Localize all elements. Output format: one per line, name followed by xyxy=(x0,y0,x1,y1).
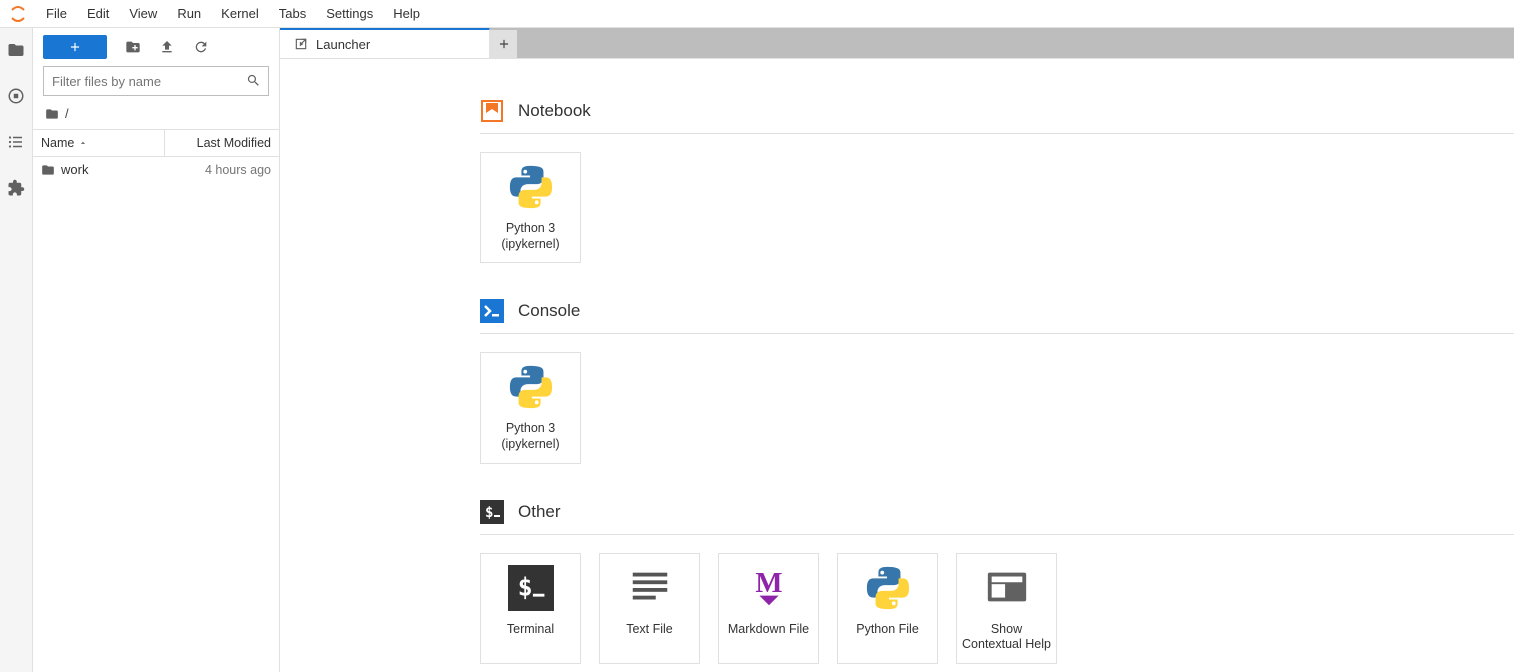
jupyter-logo-icon xyxy=(8,4,28,24)
file-list-header: Name Last Modified xyxy=(33,129,279,157)
refresh-icon[interactable] xyxy=(193,39,209,55)
section-title: Other xyxy=(518,502,561,522)
file-filter xyxy=(43,66,269,96)
toc-tab-icon[interactable] xyxy=(6,132,26,152)
markdown-icon xyxy=(745,564,793,612)
launcher-panel: $ M xyxy=(280,58,1514,672)
tab-launcher[interactable]: Launcher xyxy=(280,28,490,58)
help-panel-icon xyxy=(983,564,1031,612)
card-label: Python File xyxy=(856,622,919,638)
tab-title: Launcher xyxy=(316,37,370,52)
python-icon xyxy=(864,564,912,612)
col-name-header[interactable]: Name xyxy=(33,130,164,156)
launcher-section-notebook: Notebook Python 3(ipykernel) xyxy=(480,99,1514,263)
menu-kernel[interactable]: Kernel xyxy=(211,2,269,25)
svg-text:$: $ xyxy=(485,505,493,521)
launcher-card-terminal[interactable]: Terminal xyxy=(480,553,581,664)
extensions-tab-icon[interactable] xyxy=(6,178,26,198)
launcher-card-pythonfile[interactable]: Python File xyxy=(837,553,938,664)
main-area: Launcher $ xyxy=(280,28,1514,672)
file-browser-sidebar: / Name Last Modified work 4 hours ago xyxy=(33,28,280,672)
menu-edit[interactable]: Edit xyxy=(77,2,119,25)
search-icon xyxy=(246,73,261,88)
launcher-card-markdown[interactable]: Markdown File xyxy=(718,553,819,664)
new-folder-icon[interactable] xyxy=(125,39,141,55)
launcher-card-console-python3[interactable]: Python 3(ipykernel) xyxy=(480,352,581,463)
textfile-icon xyxy=(626,564,674,612)
menu-tabs[interactable]: Tabs xyxy=(269,2,316,25)
tab-bar: Launcher xyxy=(280,28,1514,58)
breadcrumb-root[interactable]: / xyxy=(65,106,69,121)
col-modified-header[interactable]: Last Modified xyxy=(164,130,279,156)
sort-asc-icon xyxy=(78,138,88,148)
launcher-section-other: $ Other Terminal Text File Mark xyxy=(480,500,1514,664)
new-tab-button[interactable] xyxy=(490,30,518,58)
other-section-icon: $ xyxy=(480,500,504,524)
terminal-icon xyxy=(507,564,555,612)
breadcrumb[interactable]: / xyxy=(33,102,279,129)
launcher-card-notebook-python3[interactable]: Python 3(ipykernel) xyxy=(480,152,581,263)
activity-bar xyxy=(0,28,33,672)
card-label: Terminal xyxy=(507,622,554,638)
card-label: ShowContextual Help xyxy=(962,622,1051,653)
folder-icon xyxy=(41,163,55,177)
file-filter-input[interactable] xyxy=(43,66,269,96)
launcher-section-console: Console Python 3(ipykernel) xyxy=(480,299,1514,463)
file-row[interactable]: work 4 hours ago xyxy=(33,157,279,182)
card-label: Python 3(ipykernel) xyxy=(501,221,559,252)
launcher-tab-icon xyxy=(294,37,308,51)
python-icon xyxy=(507,363,555,411)
python-icon xyxy=(507,163,555,211)
file-modified: 4 hours ago xyxy=(156,163,271,177)
menu-settings[interactable]: Settings xyxy=(316,2,383,25)
file-name: work xyxy=(61,162,88,177)
col-name-label: Name xyxy=(41,136,74,150)
menu-view[interactable]: View xyxy=(119,2,167,25)
card-label: Markdown File xyxy=(728,622,809,638)
menubar: File Edit View Run Kernel Tabs Settings … xyxy=(0,0,1514,28)
folder-icon xyxy=(45,107,59,121)
card-label: Python 3(ipykernel) xyxy=(501,421,559,452)
menu-run[interactable]: Run xyxy=(167,2,211,25)
running-tab-icon[interactable] xyxy=(6,86,26,106)
new-launcher-button[interactable] xyxy=(43,35,107,59)
section-title: Console xyxy=(518,301,580,321)
file-browser-toolbar xyxy=(33,28,279,66)
launcher-card-textfile[interactable]: Text File xyxy=(599,553,700,664)
card-label: Text File xyxy=(626,622,673,638)
launcher-card-contextual-help[interactable]: ShowContextual Help xyxy=(956,553,1057,664)
console-section-icon xyxy=(480,299,504,323)
menu-file[interactable]: File xyxy=(36,2,77,25)
menu-help[interactable]: Help xyxy=(383,2,430,25)
filebrowser-tab-icon[interactable] xyxy=(6,40,26,60)
section-title: Notebook xyxy=(518,101,591,121)
upload-icon[interactable] xyxy=(159,39,175,55)
notebook-section-icon xyxy=(480,99,504,123)
